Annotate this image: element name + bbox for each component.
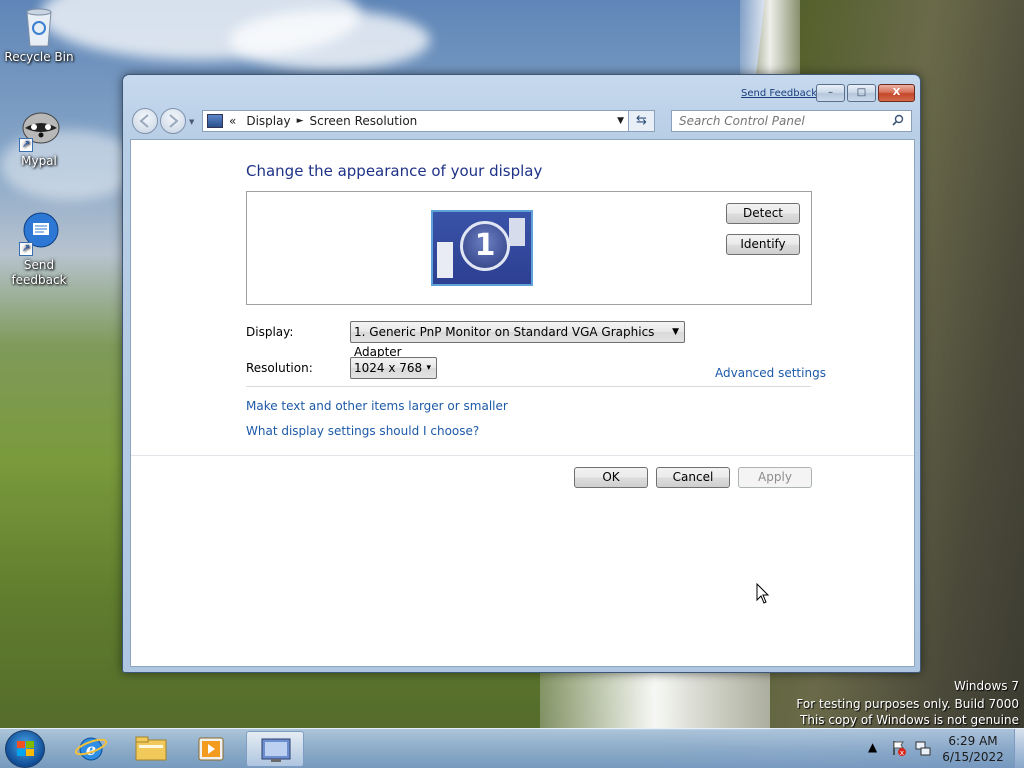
send-feedback-icon: ↗: [17, 212, 61, 256]
apply-button[interactable]: Apply: [738, 467, 812, 488]
recycle-bin-icon: [17, 4, 61, 48]
address-bar[interactable]: « Display ► Screen Resolution ▼: [202, 110, 629, 132]
windows-flag-icon: [17, 741, 35, 757]
shortcut-arrow-icon: ↗: [19, 138, 33, 152]
watermark-build: For testing purposes only. Build 7000: [796, 697, 1019, 711]
network-icon[interactable]: [914, 740, 932, 758]
content-pane: Change the appearance of your display 1 …: [130, 139, 915, 667]
screen-resolution-window: Send Feedback – □ X ▼ « Display ► Screen…: [122, 74, 921, 673]
windows-explorer-icon: [135, 736, 167, 761]
taskbar-media-player[interactable]: [182, 731, 240, 767]
show-hidden-icons-button[interactable]: ▲: [868, 740, 877, 756]
clock-time: 6:29 AM: [948, 734, 998, 748]
detect-button[interactable]: Detect: [726, 203, 800, 224]
desktop-icon-label: Mypal: [21, 154, 57, 168]
monitor-number: 1: [460, 221, 510, 271]
breadcrumb-display[interactable]: Display: [246, 114, 290, 128]
action-center-flag-icon[interactable]: x: [890, 739, 908, 757]
forward-button[interactable]: [160, 108, 186, 134]
search-input[interactable]: [679, 114, 879, 128]
desktop-icon-mypal[interactable]: ↗ Mypal: [1, 108, 77, 169]
back-arrow-icon: [139, 114, 149, 128]
search-icon[interactable]: [892, 114, 904, 129]
forward-arrow-icon: [169, 114, 179, 128]
desktop-icon-label: Send feedback: [11, 258, 67, 287]
back-button[interactable]: [132, 108, 158, 134]
display-control-panel-icon: [207, 114, 223, 128]
shortcut-arrow-icon: ↗: [19, 242, 33, 256]
breadcrumb-separator[interactable]: ►: [297, 116, 304, 126]
taskbar-screen-resolution[interactable]: [246, 731, 304, 767]
breadcrumb-screen-resolution[interactable]: Screen Resolution: [310, 114, 418, 128]
desktop-icon-send-feedback[interactable]: ↗ Send feedback: [1, 212, 77, 288]
resolution-select-value: 1024 x 768: [354, 361, 423, 375]
cancel-button[interactable]: Cancel: [656, 467, 730, 488]
svg-text:x: x: [900, 749, 904, 757]
show-desktop-button[interactable]: [1014, 729, 1024, 768]
search-box[interactable]: [671, 110, 912, 132]
taskbar-windows-explorer[interactable]: [122, 731, 180, 767]
mouse-cursor-icon: [756, 582, 770, 608]
desktop-icon-label: Recycle Bin: [4, 50, 74, 64]
media-player-icon: [198, 737, 224, 761]
taskbar-clock[interactable]: 6:29 AM 6/15/2022: [938, 733, 1008, 765]
screen-resolution-app-icon: [261, 738, 291, 762]
address-dropdown[interactable]: ▼: [617, 116, 624, 126]
text-size-link[interactable]: Make text and other items larger or smal…: [246, 399, 508, 413]
page-title: Change the appearance of your display: [246, 162, 543, 180]
display-select-value: 1. Generic PnP Monitor on Standard VGA G…: [354, 325, 655, 359]
resolution-select[interactable]: 1024 x 768 ▾: [350, 357, 437, 379]
chevron-down-icon: ▾: [426, 363, 431, 373]
recent-pages-dropdown[interactable]: ▼: [189, 118, 194, 126]
display-settings-help-link[interactable]: What display settings should I choose?: [246, 424, 479, 438]
mypal-raccoon-icon: ↗: [17, 108, 61, 152]
desktop-icon-recycle-bin[interactable]: Recycle Bin: [1, 4, 77, 65]
resolution-label: Resolution:: [246, 361, 313, 375]
internet-explorer-icon: e: [74, 737, 108, 761]
watermark-windows-version: Windows 7: [953, 679, 1019, 693]
clock-date: 6/15/2022: [942, 750, 1004, 764]
display-select[interactable]: 1. Generic PnP Monitor on Standard VGA G…: [350, 321, 685, 359]
ok-button[interactable]: OK: [574, 467, 648, 488]
monitor-1-thumbnail[interactable]: 1: [431, 210, 533, 286]
send-feedback-link[interactable]: Send Feedback: [741, 88, 817, 99]
close-button[interactable]: X: [878, 84, 915, 102]
advanced-settings-link[interactable]: Advanced settings: [715, 366, 826, 380]
start-orb[interactable]: [5, 730, 45, 768]
display-label: Display:: [246, 325, 294, 339]
chevron-down-icon: ▼: [672, 327, 679, 337]
minimize-button[interactable]: –: [816, 84, 845, 102]
watermark-genuine: This copy of Windows is not genuine: [800, 713, 1019, 727]
maximize-button[interactable]: □: [847, 84, 876, 102]
identify-button[interactable]: Identify: [726, 234, 800, 255]
refresh-button[interactable]: ⇆: [629, 110, 655, 132]
taskbar-internet-explorer[interactable]: e: [62, 731, 120, 767]
breadcrumb-overflow[interactable]: «: [229, 114, 236, 128]
monitor-arrangement-area: 1 Detect Identify: [246, 191, 812, 305]
